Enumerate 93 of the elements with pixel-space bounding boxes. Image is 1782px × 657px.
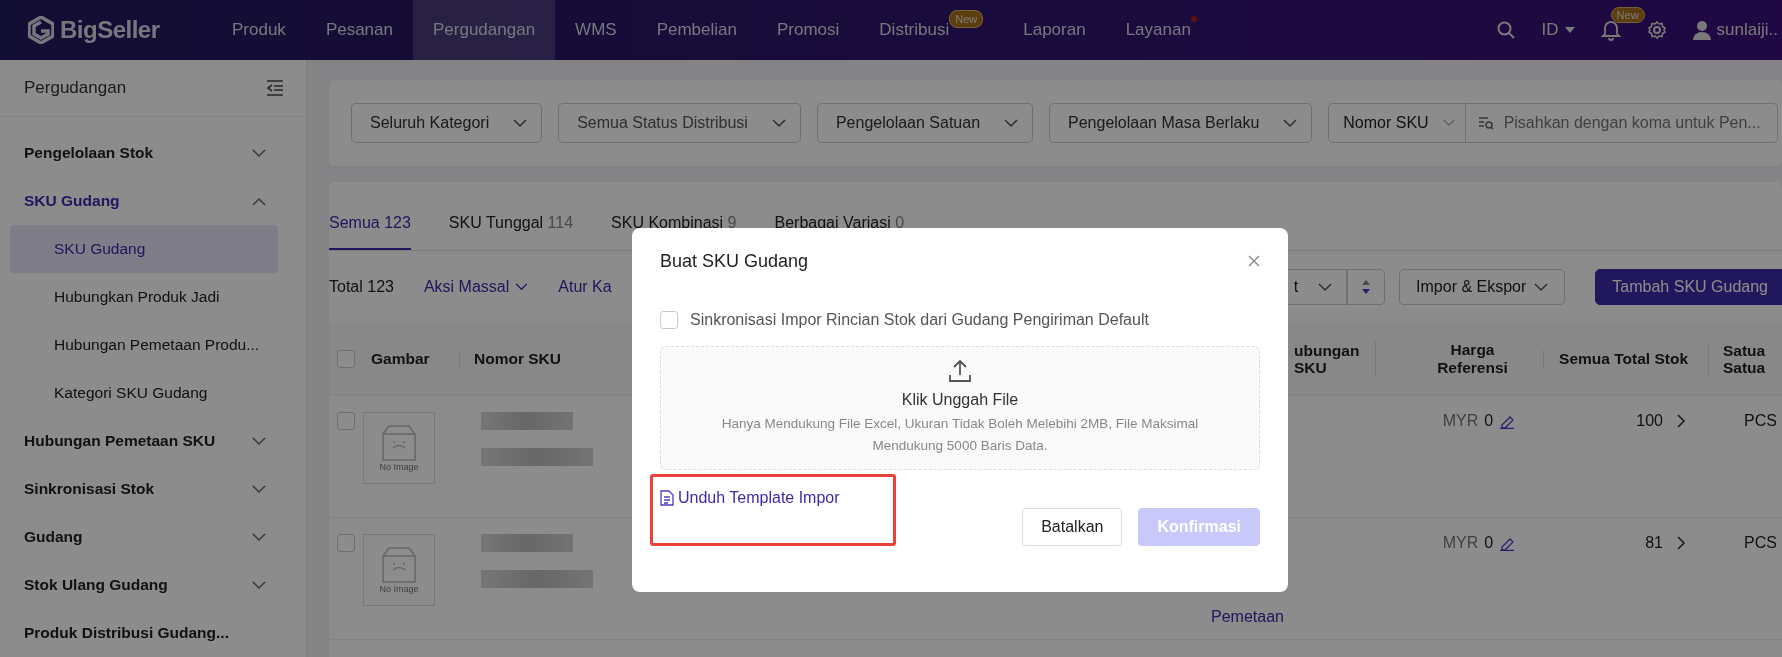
stock-count: 81 (1645, 534, 1663, 552)
nav-tab[interactable]: Pesanan (305, 0, 413, 60)
total-count: Total 123 (329, 278, 394, 296)
document-icon (660, 490, 674, 506)
mapping-link[interactable]: Pemetaan (1191, 608, 1375, 626)
nav-tab[interactable]: WMS (555, 0, 637, 60)
bell-icon[interactable] (1600, 19, 1621, 41)
column-header: Gambar (370, 350, 431, 368)
logo-text: BigSeller (60, 16, 160, 44)
new-badge: New (1610, 7, 1645, 23)
price: 0 (1484, 412, 1494, 430)
chevron-down-icon (1534, 282, 1549, 292)
bulk-action-dropdown[interactable]: Aksi Massal (423, 278, 529, 296)
sort-arrows-icon (1361, 279, 1372, 295)
checkbox[interactable] (337, 412, 355, 430)
chevron-down-icon (1318, 282, 1333, 292)
column-header: Semua Total Stok (1543, 350, 1708, 368)
filter-dropdown[interactable]: Seluruh Kategori (351, 103, 543, 143)
upload-icon (948, 359, 972, 384)
close-icon[interactable] (1248, 255, 1260, 267)
sidebar-group[interactable]: Gudang (0, 513, 306, 561)
unit: PCS (1744, 412, 1777, 429)
sidebar-group[interactable]: Stok Ulang Gudang (0, 561, 306, 609)
currency: MYR (1442, 412, 1479, 430)
tab[interactable]: SKU Tunggal 114 (448, 214, 574, 250)
checkbox[interactable] (337, 534, 355, 552)
sidebar-item[interactable]: SKU Gudang (10, 225, 278, 273)
language-select[interactable]: ID (1541, 20, 1575, 40)
user-icon (1692, 20, 1711, 40)
chevron-down-icon (771, 118, 786, 128)
unit: PCS (1744, 534, 1777, 551)
stock-count: 100 (1636, 412, 1663, 430)
sidebar-item[interactable]: Kategori SKU Gudang (10, 369, 278, 417)
column-header: Satua Satua (1708, 341, 1782, 377)
collapse-menu-icon[interactable] (266, 80, 284, 96)
settings-icon[interactable] (1646, 20, 1667, 40)
sort-order-button[interactable] (1347, 269, 1386, 305)
chevron-down-icon (1004, 118, 1019, 128)
chevron-down-icon (252, 484, 266, 494)
nav-tab[interactable]: Distribusi (859, 0, 950, 60)
nav-tab[interactable]: Produk (212, 0, 306, 60)
dialog-title: Buat SKU Gudang (660, 250, 809, 272)
currency: MYR (1442, 534, 1479, 552)
chevron-down-icon (252, 532, 266, 542)
filter-dropdown[interactable]: Pengelolaan Satuan (816, 103, 1034, 143)
nav-tab[interactable]: Promosi (756, 0, 860, 60)
no-image-label: No Image (379, 462, 419, 472)
chevron-down-icon (513, 118, 528, 128)
chevron-up-icon (252, 196, 266, 206)
filter-dropdown[interactable]: Semua Status Distribusi (558, 103, 801, 143)
nav-tab[interactable]: Pembelian (636, 0, 757, 60)
chevron-down-icon (515, 283, 529, 291)
chevron-down-icon (252, 580, 266, 590)
chevron-down-icon (1283, 118, 1298, 128)
settings-link[interactable]: Atur Ka (558, 278, 612, 296)
cancel-button[interactable]: Batalkan (1022, 508, 1123, 546)
sidebar-title: Pergudangan (24, 78, 127, 98)
column-header: Harga Referensi (1375, 341, 1543, 377)
no-image-label: No Image (379, 584, 419, 594)
tab[interactable]: Semua 123 (329, 214, 411, 250)
search-type-dropdown[interactable]: Nomor SKU (1328, 103, 1466, 143)
sidebar-group[interactable]: Pengelolaan Stok (0, 129, 306, 177)
sidebar-item[interactable]: Hubungan Pemetaan Produ... (10, 321, 278, 369)
sidebar-item[interactable]: Hubungkan Produk Jadi (10, 273, 278, 321)
new-badge: New (949, 10, 984, 28)
chevron-right-icon[interactable] (1677, 536, 1686, 550)
checkbox[interactable] (337, 350, 355, 368)
chevron-down-icon (252, 436, 266, 446)
chevron-right-icon[interactable] (1677, 414, 1686, 428)
sync-checkbox[interactable]: Sinkronisasi Impor Rincian Stok dari Gudang Pengiriman Default (660, 302, 1260, 338)
sidebar-item[interactable]: Produk Distribusi Gudang... (0, 609, 306, 657)
search-icon[interactable] (1495, 20, 1516, 40)
sidebar-group[interactable]: SKU Gudang (0, 177, 306, 225)
add-sku-button[interactable]: Tambah SKU Gudang (1595, 269, 1782, 305)
upload-area[interactable]: Klik Unggah File Hanya Mendukung File Excel, Ukuran Tidak Boleh Melebihi 2MB, File Maksimal Mendukung 5000 Baris Data. (660, 346, 1260, 470)
price: 0 (1484, 534, 1494, 552)
sidebar-group[interactable]: Hubungan Pemetaan SKU (0, 417, 306, 465)
chevron-down-icon (252, 148, 266, 158)
upload-title: Klik Unggah File (901, 391, 1019, 410)
download-template-link[interactable]: Unduh Template Impor (660, 489, 840, 507)
search-field[interactable]: Pisahkan dengan koma untuk Pen... (1465, 103, 1778, 143)
empty-box-icon (379, 546, 419, 584)
import-export-button[interactable]: Impor & Ekspor (1399, 269, 1566, 305)
empty-box-icon (379, 424, 419, 462)
filter-dropdown[interactable]: Pengelolaan Masa Berlaku (1049, 103, 1313, 143)
nav-tab[interactable]: Laporan (1003, 0, 1106, 60)
nav-tab[interactable]: Layanan (1105, 0, 1211, 60)
logo-icon (28, 16, 54, 44)
chevron-down-icon (1442, 119, 1455, 127)
upload-hint: Hanya Mendukung File Excel, Ukuran Tidak Boleh Melebihi 2MB, File Maksimal Mendukung 5000 Baris Data. (720, 415, 1200, 455)
user-menu[interactable]: sunlaiji.. (1692, 20, 1778, 40)
caret-icon (1564, 26, 1575, 34)
sidebar-group[interactable]: Sinkronisasi Stok (0, 465, 306, 513)
